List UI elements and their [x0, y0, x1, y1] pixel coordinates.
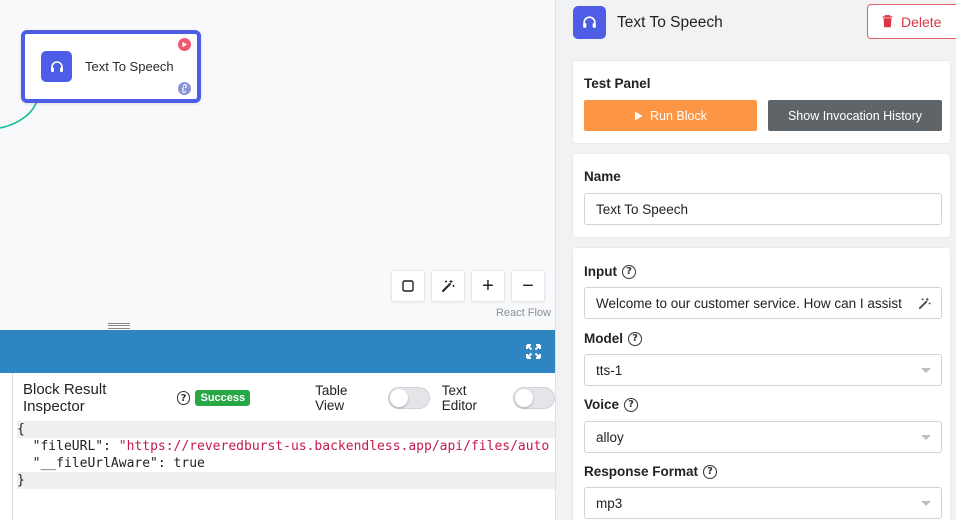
run-block-button[interactable]: Run Block: [584, 100, 757, 131]
help-icon[interactable]: ?: [176, 391, 191, 405]
flow-node-text-to-speech[interactable]: Text To Speech: [21, 30, 201, 103]
json-line-fileurlaware: "__fileUrlAware": true: [32, 456, 205, 471]
voice-label: Voice?: [584, 397, 639, 412]
text-editor-label: Text Editor: [441, 383, 477, 413]
chevron-down-icon: [921, 501, 931, 506]
inspector-title: Block Result Inspector: [23, 381, 107, 415]
block-settings-panel: Text To Speech Delete Test Panel Run Blo…: [555, 0, 956, 520]
headset-icon: [41, 51, 72, 82]
help-icon[interactable]: ?: [624, 397, 639, 412]
resize-handle[interactable]: [108, 323, 130, 329]
zoom-in-button[interactable]: +: [471, 270, 505, 302]
json-line-fileurl: "fileURL": "https://reveredburst-us.back…: [32, 439, 550, 454]
table-view-toggle[interactable]: [387, 387, 430, 409]
panel-title: Text To Speech: [617, 14, 723, 31]
react-flow-attribution[interactable]: React Flow: [496, 307, 551, 319]
delete-label: Delete: [901, 13, 942, 30]
auto-layout-button[interactable]: [431, 270, 465, 302]
table-view-label: Table View: [315, 383, 348, 413]
panel-header: Text To Speech Delete: [556, 0, 956, 50]
headset-icon: [573, 6, 606, 39]
input-label: Input?: [584, 264, 636, 279]
show-invocation-history-button[interactable]: Show Invocation History: [768, 100, 942, 131]
expand-icon[interactable]: [526, 344, 541, 359]
response-format-select[interactable]: mp3: [584, 487, 942, 519]
model-select[interactable]: tts-1: [584, 354, 942, 386]
flow-canvas[interactable]: Text To Speech + − React Flow: [0, 0, 555, 330]
status-badge: Success: [195, 390, 251, 406]
magic-wand-icon: [442, 280, 455, 292]
name-input[interactable]: Text To Speech: [584, 193, 942, 225]
help-icon[interactable]: ?: [628, 331, 642, 346]
magic-wand-icon[interactable]: [907, 288, 941, 318]
help-icon[interactable]: ?: [703, 464, 718, 479]
name-label: Name: [584, 169, 621, 184]
model-label: Model?: [584, 331, 642, 346]
name-card: Name Text To Speech: [573, 154, 950, 237]
square-icon: [402, 280, 414, 292]
chevron-down-icon: [921, 368, 931, 373]
inspector-panel: Block Result Inspector ? Success Table V…: [12, 373, 555, 520]
json-close-brace: }: [17, 472, 555, 489]
trash-icon: [882, 15, 893, 28]
node-title: Text To Speech: [85, 59, 174, 74]
input-field[interactable]: Welcome to our customer service. How can…: [584, 287, 942, 319]
test-panel-card: Test Panel Run Block Show Invocation His…: [573, 61, 950, 143]
chevron-down-icon: [921, 435, 931, 440]
zoom-out-button[interactable]: −: [511, 270, 545, 302]
link-icon[interactable]: [178, 82, 191, 95]
inspector-toolbar: [0, 330, 555, 373]
json-open-brace: {: [17, 421, 555, 438]
run-block-label: Run Block: [650, 108, 707, 123]
test-panel-label: Test Panel: [584, 76, 651, 91]
fit-view-button[interactable]: [391, 270, 425, 302]
delete-button[interactable]: Delete: [867, 4, 956, 39]
response-format-label: Response Format?: [584, 464, 718, 479]
voice-select[interactable]: alloy: [584, 421, 942, 453]
flow-controls: + −: [391, 270, 545, 302]
parameters-card: Input? Welcome to our customer service. …: [573, 248, 950, 520]
block-result-inspector: Block Result Inspector ? Success Table V…: [0, 330, 555, 520]
play-icon[interactable]: [178, 38, 191, 51]
play-icon: [635, 111, 643, 120]
json-result-view[interactable]: { "fileURL": "https://reveredburst-us.ba…: [17, 421, 555, 489]
text-editor-toggle[interactable]: [513, 387, 555, 409]
help-icon[interactable]: ?: [622, 264, 636, 279]
